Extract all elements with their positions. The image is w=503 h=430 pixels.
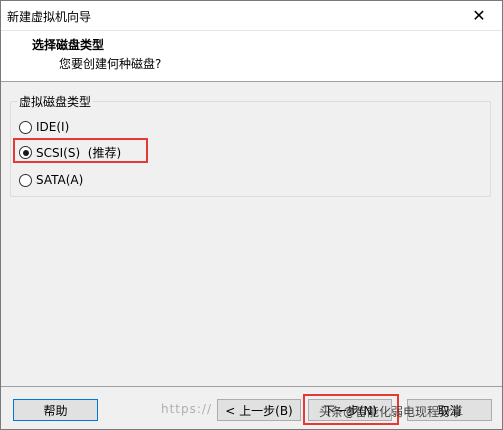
- close-icon[interactable]: ✕: [456, 1, 502, 30]
- watermark-url: https://: [161, 402, 213, 416]
- radio-ide[interactable]: IDE(I): [19, 120, 69, 134]
- footer-divider: [1, 386, 502, 387]
- watermark-text: 头条@智能化弱电现程分享: [319, 405, 464, 419]
- help-button[interactable]: 帮助: [13, 399, 98, 421]
- wizard-header: 选择磁盘类型 您要创建何种磁盘?: [1, 30, 502, 82]
- radio-sata-label: SATA(A): [36, 173, 84, 187]
- new-vm-wizard-window: 新建虚拟机向导 ✕ 选择磁盘类型 您要创建何种磁盘? 虚拟磁盘类型 IDE(I)…: [0, 0, 503, 430]
- title-bar: 新建虚拟机向导 ✕: [1, 1, 502, 30]
- window-title: 新建虚拟机向导: [7, 10, 92, 24]
- page-subtitle: 您要创建何种磁盘?: [59, 57, 162, 71]
- scsi-highlight-annotation: [13, 138, 148, 163]
- disk-type-group-label: 虚拟磁盘类型: [17, 93, 94, 110]
- radio-ide-label: IDE(I): [36, 120, 70, 134]
- radio-sata-indicator[interactable]: [19, 173, 32, 187]
- back-button[interactable]: < 上一步(B): [217, 399, 301, 421]
- page-title: 选择磁盘类型: [32, 38, 105, 52]
- radio-sata[interactable]: SATA(A): [19, 173, 83, 187]
- radio-ide-indicator[interactable]: [19, 120, 32, 134]
